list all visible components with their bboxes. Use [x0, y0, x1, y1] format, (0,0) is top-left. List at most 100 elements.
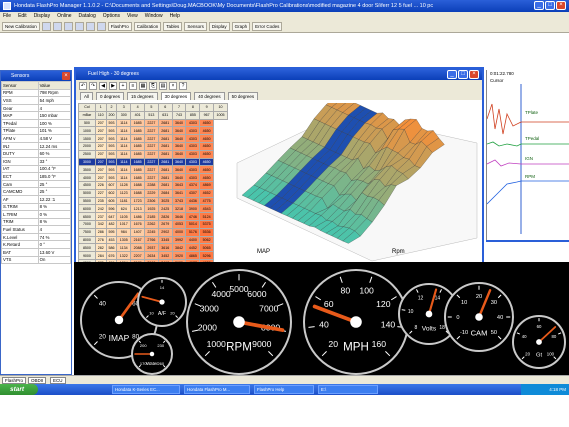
fuel-table-row[interactable]: 8500 282 586 1134 2088 2937 3616 3842 4452 5065: [78, 243, 228, 253]
fuel-value-cell[interactable]: 2681: [157, 149, 173, 159]
zoom-icon[interactable]: +: [119, 81, 127, 90]
sensor-row[interactable]: RPM 798 Rrpm: [1, 88, 72, 98]
fuel-value-cell[interactable]: 5176: [185, 227, 201, 237]
fuel-value-cell[interactable]: 624: [116, 204, 132, 214]
fuel-value-cell[interactable]: 4746: [185, 212, 201, 221]
fuel-value-cell[interactable]: 482: [105, 219, 118, 229]
fuel-value-cell[interactable]: 207: [94, 134, 107, 143]
fuel-value-cell[interactable]: 1213: [130, 204, 146, 214]
fuel-value-cell[interactable]: 5296: [199, 251, 215, 260]
fuel-value-cell[interactable]: 3643: [171, 180, 187, 190]
menu-window[interactable]: Window: [145, 12, 163, 21]
fuel-table-row[interactable]: 7500 286 595 984 1407 2245 2902 4000 5176 5536: [78, 227, 228, 237]
fuel-value-cell[interactable]: 2902: [157, 227, 173, 237]
fuel-value-cell[interactable]: 227: [94, 188, 107, 198]
fuel-value-cell[interactable]: 1114: [116, 126, 132, 136]
menu-view[interactable]: View: [127, 12, 138, 21]
fuel-table-row[interactable]: 7000 342 482 1017 1676 2262 2679 4053 5014 5375: [78, 219, 228, 229]
fuel-value-cell[interactable]: 207: [94, 157, 107, 167]
sensor-row[interactable]: IGN 33 °: [1, 156, 72, 166]
graph-button[interactable]: Graph: [231, 22, 251, 31]
fuel-value-cell[interactable]: 4650: [199, 157, 215, 167]
fuel-value-cell[interactable]: 4650: [199, 149, 215, 159]
fuel-table-row[interactable]: 6500 237 647 1105 1486 2185 2826 3646 4746 5124: [78, 212, 228, 221]
fuel-value-cell[interactable]: 3640: [171, 157, 187, 167]
fuel-value-cell[interactable]: 586: [105, 243, 118, 253]
tab-40-degrees[interactable]: 40 degrees: [194, 92, 225, 100]
sensor-row[interactable]: Gear 4: [1, 103, 72, 113]
fuel-value-cell[interactable]: 3218: [171, 204, 187, 214]
fuel-value-cell[interactable]: 2681: [157, 173, 173, 182]
fuel-value-cell[interactable]: 207: [94, 173, 107, 182]
fuel-value-cell[interactable]: 596: [105, 204, 118, 214]
fuel-value-cell[interactable]: 4650: [199, 173, 215, 182]
fuel-value-cell[interactable]: 2634: [144, 251, 159, 260]
fuel-value-cell[interactable]: 3743: [171, 196, 187, 206]
fuel-value-cell[interactable]: 284: [94, 251, 107, 260]
fuel-value-cell[interactable]: 1688: [130, 180, 146, 190]
fuel-value-cell[interactable]: 4374: [185, 180, 201, 190]
fuel-value-cell[interactable]: 1114: [116, 134, 132, 143]
fuel-value-cell[interactable]: 1105: [116, 212, 132, 221]
fuel-value-cell[interactable]: 4650: [199, 126, 215, 136]
fuel-value-cell[interactable]: 593: [105, 118, 118, 128]
fuel-value-cell[interactable]: 2679: [157, 219, 173, 229]
fuel-value-cell[interactable]: 1925: [144, 204, 159, 214]
fuel-value-cell[interactable]: 2229: [144, 188, 159, 198]
sensor-row[interactable]: ECT 185.0 °F: [1, 172, 72, 181]
fuel-value-cell[interactable]: 1017: [116, 219, 132, 229]
fuel-value-cell[interactable]: 593: [105, 141, 118, 151]
fuel-value-cell[interactable]: 3640: [171, 165, 187, 175]
tab-15-degrees[interactable]: 15 degrees: [127, 92, 158, 100]
fuel-value-cell[interactable]: 1676: [130, 219, 146, 229]
fuel-value-cell[interactable]: 5536: [199, 227, 215, 237]
sensor-row[interactable]: BAT 13.60 V: [1, 248, 72, 257]
close-icon[interactable]: ×: [469, 70, 479, 79]
sensor-row[interactable]: INJ 12.24 ms: [1, 141, 72, 151]
sensor-row[interactable]: VSS 54 mph: [1, 96, 72, 105]
sensor-row[interactable]: VTS On: [1, 255, 72, 265]
fuel-value-cell[interactable]: 207: [94, 141, 107, 151]
fuel-value-cell[interactable]: 4650: [199, 165, 215, 175]
fuel-table-row[interactable]: 500 207 593 1114 1685 2227 2681 3640 4303 4650: [78, 118, 228, 128]
fuel-value-cell[interactable]: 282: [94, 243, 107, 253]
fuel-value-cell[interactable]: 4303: [185, 134, 201, 143]
fuel-value-cell[interactable]: 5375: [199, 219, 215, 229]
fuel-table-row[interactable]: 1000 207 593 1114 1685 2227 2681 3640 4303 4650: [78, 126, 228, 136]
fuel-table-row[interactable]: 4000 207 593 1114 1685 2227 2681 3640 4303 4650: [78, 173, 228, 182]
fuel-value-cell[interactable]: 1114: [116, 157, 132, 167]
fuel-value-cell[interactable]: 3640: [171, 126, 187, 136]
fuel-value-cell[interactable]: 593: [105, 165, 118, 175]
fuel-value-cell[interactable]: 4303: [185, 149, 201, 159]
fuel-table-row[interactable]: 8000 276 453 1305 2167 2766 3345 3992 4400 5062: [78, 235, 228, 245]
fuel-value-cell[interactable]: 2227: [144, 118, 159, 128]
fuel-value-cell[interactable]: 4452: [185, 243, 201, 253]
bottom-tab-flashpro[interactable]: FlashPro: [2, 377, 27, 384]
fuel-value-cell[interactable]: 3842: [171, 243, 187, 253]
fuel-value-cell[interactable]: 4303: [185, 141, 201, 151]
bottom-tab-ecu[interactable]: ECU: [50, 377, 66, 384]
fuel-value-cell[interactable]: 242: [94, 204, 107, 214]
fuel-value-cell[interactable]: 2681: [157, 118, 173, 128]
fuel-value-cell[interactable]: 1322: [116, 251, 132, 260]
fuel-value-cell[interactable]: 3646: [171, 212, 187, 221]
fuel-value-cell[interactable]: 207: [94, 118, 107, 128]
close-icon[interactable]: ×: [62, 72, 70, 80]
tab-30-degrees[interactable]: 30 degrees: [160, 92, 192, 100]
fuel-value-cell[interactable]: 1114: [116, 118, 132, 128]
tab-0-degrees[interactable]: 0 degrees: [96, 92, 125, 100]
fuel-value-cell[interactable]: 593: [105, 173, 118, 182]
taskbar-item-flashpro-manager[interactable]: Hondata FlashPro M...: [184, 385, 250, 394]
fuel-value-cell[interactable]: 2185: [144, 212, 159, 221]
fuel-value-cell[interactable]: 602: [105, 188, 118, 198]
sensor-row[interactable]: Fuel Status 4: [1, 225, 72, 234]
fuel-value-cell[interactable]: 2207: [130, 251, 146, 260]
flashpro-button[interactable]: FlashPro: [107, 22, 132, 31]
fuel-table-row[interactable]: 4500 226 607 1128 1688 2288 2681 3643 4374 4869: [78, 180, 228, 190]
fuel-table-row[interactable]: 9000 284 676 1322 2207 2634 3452 3920 4865 5296: [78, 251, 228, 260]
minimize-icon[interactable]: _: [447, 70, 457, 79]
sensor-row[interactable]: TPedal 100 %: [1, 118, 72, 128]
fuel-value-cell[interactable]: 2088: [130, 243, 146, 253]
fuel-table-row[interactable]: 6000 242 596 624 1213 1925 2425 3218 3900 4543: [78, 204, 228, 214]
start-button[interactable]: start: [0, 384, 38, 395]
